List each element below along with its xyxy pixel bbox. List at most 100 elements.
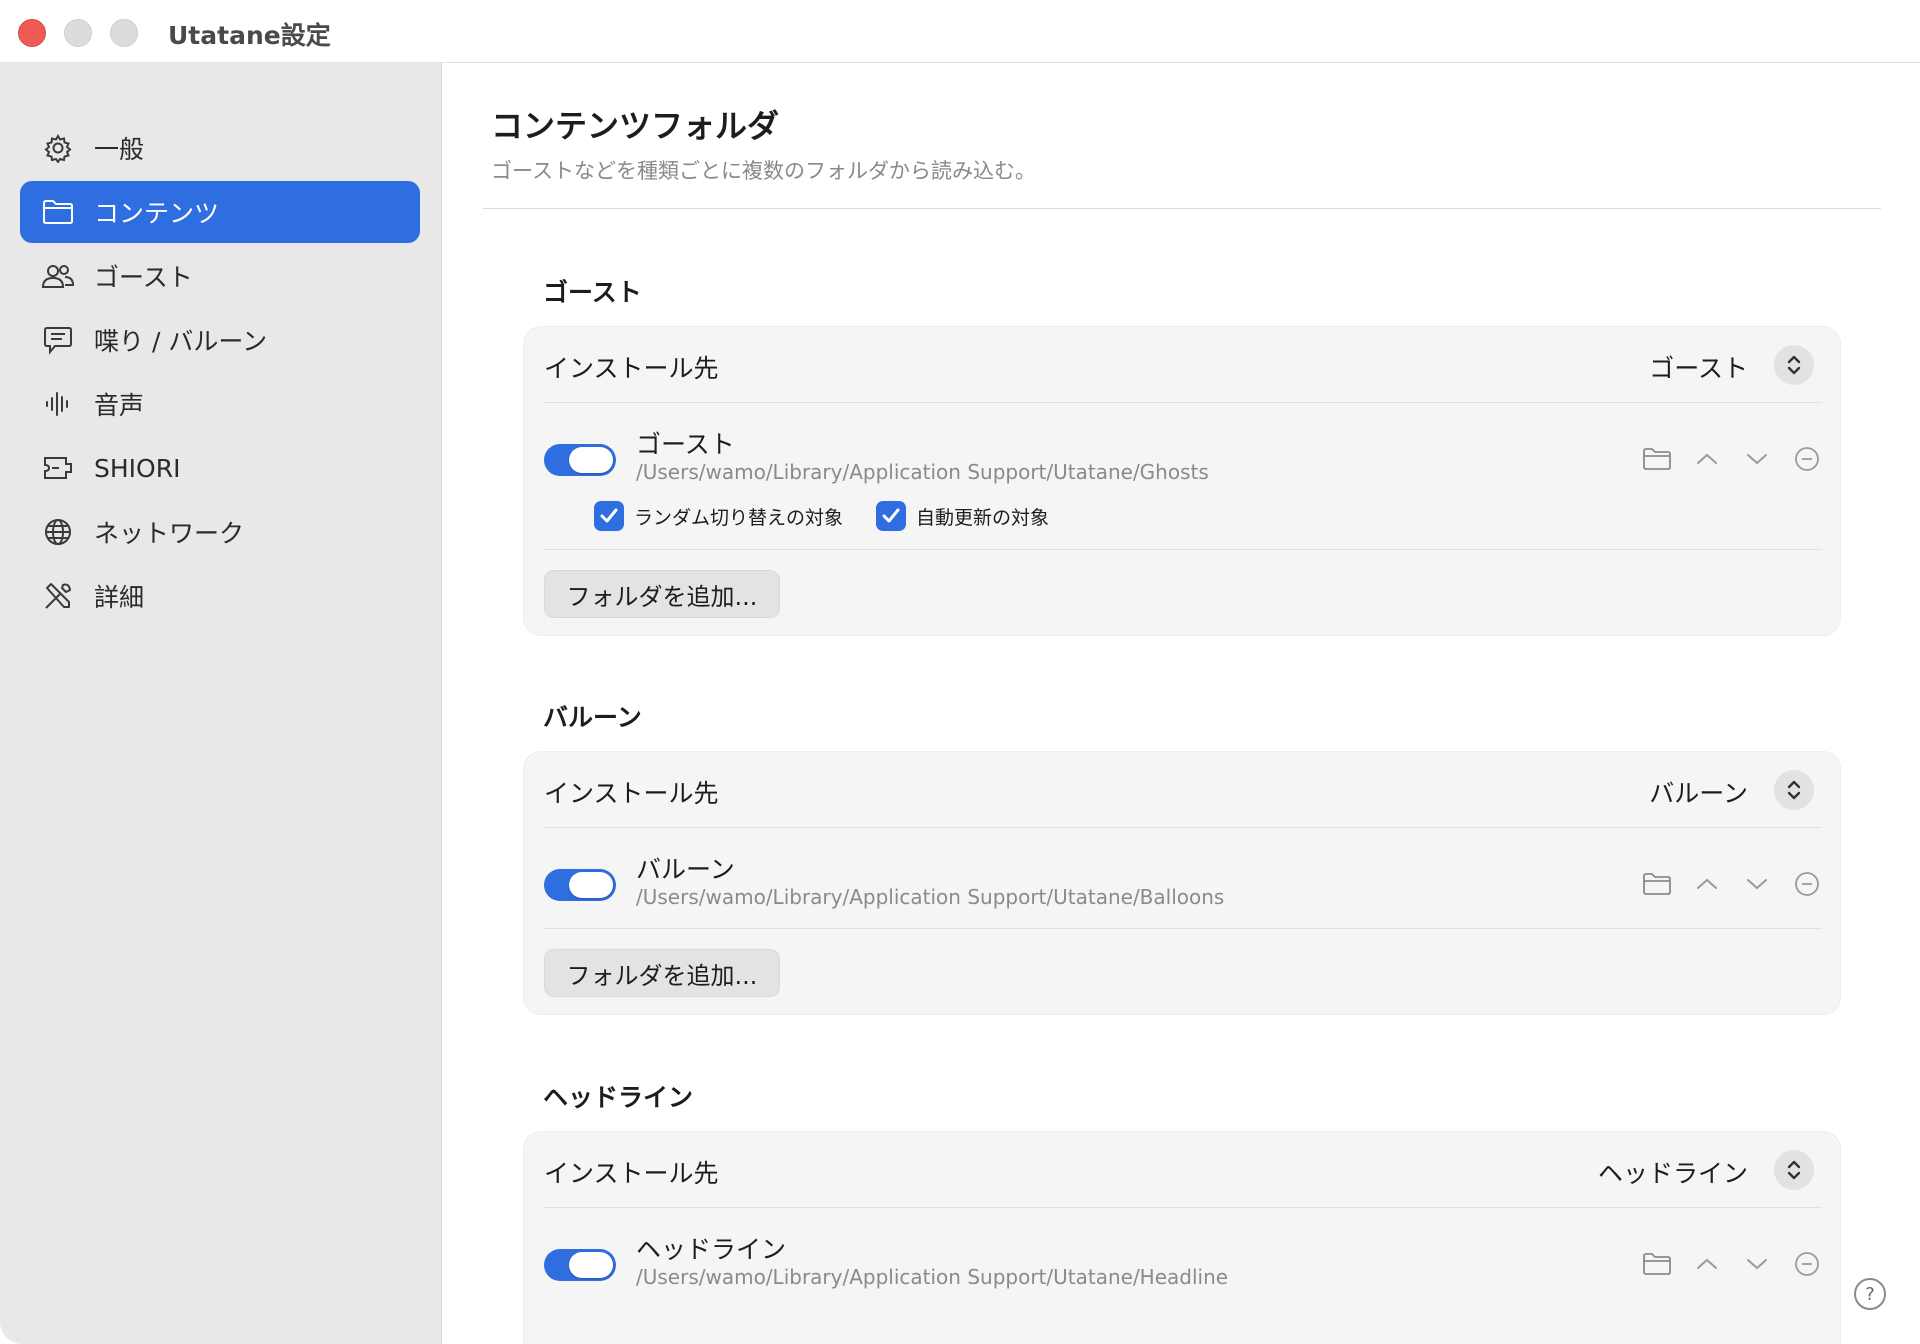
help-button[interactable]: ? <box>1854 1278 1886 1310</box>
move-up-button[interactable] <box>1692 444 1722 474</box>
folder-path: /Users/wamo/Library/Application Support/… <box>636 1265 1229 1289</box>
install-location-label: インストール先 <box>544 779 719 808</box>
minimize-window-button[interactable] <box>64 19 92 47</box>
reveal-folder-button[interactable] <box>1642 444 1672 474</box>
move-down-button[interactable] <box>1742 1249 1772 1279</box>
speech-bubble-icon <box>40 322 76 358</box>
install-location-value[interactable]: バルーン <box>1649 774 1748 810</box>
random-switch-checkbox-row[interactable]: ランダム切り替えの対象 <box>594 501 843 531</box>
chevron-down-icon <box>1747 1259 1767 1270</box>
plugin-icon <box>40 450 76 486</box>
balloon-card: インストール先 バルーン バルーン /Users/wamo/Library/Ap… <box>523 751 1841 1015</box>
minus-circle-icon <box>1795 1252 1819 1276</box>
sidebar-item-label: 音声 <box>94 391 145 420</box>
reveal-folder-button[interactable] <box>1642 1249 1672 1279</box>
section-title-ghost: ゴースト <box>543 278 642 307</box>
folder-path: /Users/wamo/Library/Application Support/… <box>636 460 1209 484</box>
move-down-button[interactable] <box>1742 444 1772 474</box>
folder-icon <box>1643 1253 1671 1275</box>
sidebar-item-label: ゴースト <box>94 263 193 292</box>
auto-update-checkbox[interactable] <box>876 501 906 531</box>
reveal-folder-button[interactable] <box>1642 869 1672 899</box>
install-location-label: インストール先 <box>544 354 719 383</box>
install-location-popup-button[interactable] <box>1774 1150 1814 1190</box>
row-divider <box>544 928 1822 929</box>
auto-update-label: 自動更新の対象 <box>916 506 1050 529</box>
sidebar: 一般 コンテンツ ゴースト 喋り / バルーン 音声 SHIORI ネットワーク… <box>0 63 442 1344</box>
waveform-icon <box>40 386 76 422</box>
globe-icon <box>40 514 76 550</box>
sidebar-item-contents[interactable]: コンテンツ <box>20 181 420 243</box>
random-switch-checkbox[interactable] <box>594 501 624 531</box>
sidebar-item-shiori[interactable]: SHIORI <box>20 437 420 499</box>
install-location-row: インストール先 ヘッドライン <box>524 1132 1840 1207</box>
folder-icon <box>1643 873 1671 895</box>
checkmark-icon <box>600 508 618 523</box>
install-location-row: インストール先 バルーン <box>524 752 1840 827</box>
folder-icon <box>40 194 76 230</box>
folder-row-actions <box>1642 1249 1822 1279</box>
section-title-balloon: バルーン <box>543 703 642 732</box>
close-window-button[interactable] <box>18 19 46 47</box>
folder-name: バルーン <box>636 855 735 884</box>
folder-name: ヘッドライン <box>636 1235 787 1264</box>
chevron-down-icon <box>1747 454 1767 465</box>
folder-row-actions <box>1642 869 1822 899</box>
row-divider <box>544 1207 1822 1208</box>
main-pane: コンテンツフォルダ ゴーストなどを種類ごとに複数のフォルダから読み込む。 ゴース… <box>443 63 1920 1344</box>
sidebar-item-network[interactable]: ネットワーク <box>20 501 420 563</box>
sidebar-item-general[interactable]: 一般 <box>20 117 420 179</box>
sidebar-item-advanced[interactable]: 詳細 <box>20 565 420 627</box>
header-divider <box>483 208 1881 209</box>
sidebar-item-talk-balloon[interactable]: 喋り / バルーン <box>20 309 420 371</box>
chevron-up-icon <box>1697 453 1717 464</box>
move-down-button[interactable] <box>1742 869 1772 899</box>
settings-window: Utatane設定 一般 コンテンツ ゴースト 喋り / バルーン 音声 SHI… <box>0 0 1920 1344</box>
install-location-value[interactable]: ヘッドライン <box>1598 1154 1748 1190</box>
sidebar-item-label: 一般 <box>94 135 145 164</box>
updown-chevron-icon <box>1787 355 1801 375</box>
add-folder-button[interactable]: フォルダを追加... <box>544 570 780 618</box>
headline-card: インストール先 ヘッドライン ヘッドライン /Users/wamo/Librar… <box>523 1131 1841 1344</box>
sidebar-item-label: 喋り / バルーン <box>94 327 268 356</box>
folder-row-actions <box>1642 444 1822 474</box>
remove-folder-button[interactable] <box>1792 1249 1822 1279</box>
remove-folder-button[interactable] <box>1792 444 1822 474</box>
install-location-popup-button[interactable] <box>1774 770 1814 810</box>
sidebar-item-ghost[interactable]: ゴースト <box>20 245 420 307</box>
tools-icon <box>40 578 76 614</box>
updown-chevron-icon <box>1787 1160 1801 1180</box>
add-folder-button[interactable]: フォルダを追加... <box>544 949 780 997</box>
row-divider <box>544 402 1822 403</box>
people-icon <box>40 258 76 294</box>
page-subtitle: ゴーストなどを種類ごとに複数のフォルダから読み込む。 <box>491 159 1036 183</box>
page-title: コンテンツフォルダ <box>491 107 780 145</box>
minus-circle-icon <box>1795 447 1819 471</box>
section-title-headline: ヘッドライン <box>543 1083 694 1112</box>
window-controls <box>18 19 138 47</box>
random-switch-label: ランダム切り替えの対象 <box>634 506 844 529</box>
row-divider <box>544 549 1822 550</box>
folder-enabled-toggle[interactable] <box>544 869 616 901</box>
chevron-down-icon <box>1747 879 1767 890</box>
sidebar-item-label: ネットワーク <box>94 519 245 548</box>
install-location-popup-button[interactable] <box>1774 345 1814 385</box>
updown-chevron-icon <box>1787 780 1801 800</box>
chevron-up-icon <box>1697 1258 1717 1269</box>
move-up-button[interactable] <box>1692 869 1722 899</box>
folder-enabled-toggle[interactable] <box>544 1249 616 1281</box>
remove-folder-button[interactable] <box>1792 869 1822 899</box>
sidebar-item-label: 詳細 <box>94 583 145 612</box>
sidebar-item-voice[interactable]: 音声 <box>20 373 420 435</box>
install-location-row: インストール先 ゴースト <box>524 327 1840 402</box>
row-divider <box>544 827 1822 828</box>
auto-update-checkbox-row[interactable]: 自動更新の対象 <box>876 501 1049 531</box>
sidebar-item-label: コンテンツ <box>94 199 220 228</box>
title-bar: Utatane設定 <box>0 0 1920 63</box>
zoom-window-button[interactable] <box>110 19 138 47</box>
folder-enabled-toggle[interactable] <box>544 444 616 476</box>
minus-circle-icon <box>1795 872 1819 896</box>
move-up-button[interactable] <box>1692 1249 1722 1279</box>
sidebar-item-label: SHIORI <box>94 453 181 483</box>
install-location-value[interactable]: ゴースト <box>1649 349 1748 385</box>
